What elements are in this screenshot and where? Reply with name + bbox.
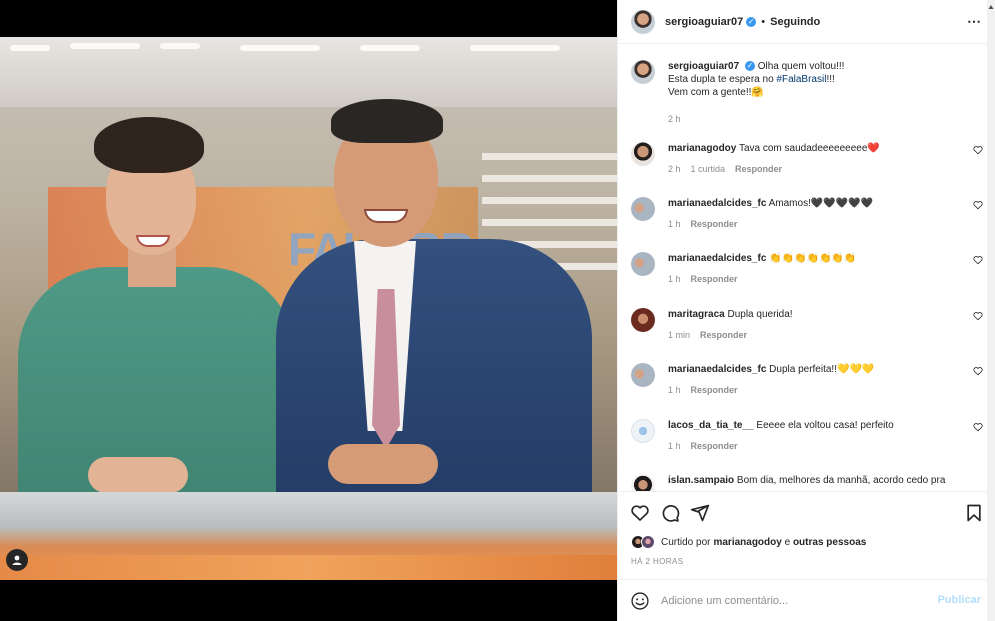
tagged-users-button[interactable] bbox=[6, 549, 28, 571]
hashtag-link[interactable]: #FalaBrasil bbox=[776, 74, 826, 85]
likes-username[interactable]: marianagodoy bbox=[713, 537, 781, 548]
commenter-avatar[interactable] bbox=[631, 474, 655, 491]
comment-like-heart-icon[interactable] bbox=[973, 311, 983, 321]
caption-username[interactable]: sergioaguiar07 bbox=[668, 61, 739, 72]
likes-middle: e bbox=[781, 536, 793, 548]
instagram-post-modal: FALA BR bbox=[0, 0, 995, 621]
smiley-icon[interactable] bbox=[630, 591, 650, 611]
hair bbox=[331, 99, 443, 143]
author-username[interactable]: sergioaguiar07 bbox=[665, 16, 743, 28]
bookmark-icon[interactable] bbox=[964, 503, 984, 523]
commenter-avatar[interactable] bbox=[631, 419, 655, 443]
comment-time: 2 h bbox=[668, 164, 681, 174]
ceiling-light bbox=[470, 45, 560, 51]
commenter-username[interactable]: islan.sampaio bbox=[668, 475, 734, 486]
comment-time: 1 h bbox=[668, 441, 681, 451]
scrollbar[interactable] bbox=[987, 0, 995, 621]
heart-icon[interactable] bbox=[630, 503, 650, 523]
comment-time: 1 min bbox=[668, 330, 691, 340]
caption-line-3: Vem com a gente!!🤗 bbox=[668, 87, 764, 98]
post-header: sergioaguiar07 ✓ • Seguindo ⋯ bbox=[618, 0, 995, 44]
add-comment-bar: Publicar bbox=[618, 579, 995, 621]
liker-avatar bbox=[641, 535, 655, 549]
reply-button[interactable]: Responder bbox=[700, 330, 747, 340]
post-media: FALA BR bbox=[0, 0, 617, 621]
likes-summary: Curtido por marianagodoy e outras pessoa… bbox=[631, 535, 866, 549]
comments-list[interactable]: sergioaguiar07 ✓ Olha quem voltou!!! Est… bbox=[618, 45, 995, 491]
caption-line-2: Esta dupla te espera no bbox=[668, 74, 777, 85]
post-side-panel: sergioaguiar07 ✓ • Seguindo ⋯ sergioagui… bbox=[617, 0, 995, 621]
caption-line-1: Olha quem voltou!!! bbox=[757, 61, 845, 72]
comment-input[interactable] bbox=[661, 592, 921, 610]
hands bbox=[88, 457, 188, 493]
ceiling-light bbox=[70, 43, 140, 49]
comment-text: Bom dia, melhores da manhã, acordo cedo … bbox=[736, 475, 946, 486]
reply-button[interactable]: Responder bbox=[735, 164, 782, 174]
comment-likes[interactable]: 1 curtida bbox=[691, 164, 726, 174]
comment-time: 1 h bbox=[668, 274, 681, 284]
commenter-avatar[interactable] bbox=[631, 308, 655, 332]
author-avatar[interactable] bbox=[631, 60, 655, 84]
verified-badge-icon: ✓ bbox=[746, 16, 757, 27]
comment-like-heart-icon[interactable] bbox=[973, 422, 983, 432]
hands bbox=[328, 444, 438, 484]
post-photo[interactable]: FALA BR bbox=[0, 37, 617, 580]
comment-text: 👏👏👏👏👏👏👏 bbox=[769, 253, 857, 264]
post-timestamp[interactable]: HÁ 2 HORAS bbox=[631, 557, 683, 566]
comment-like-heart-icon[interactable] bbox=[973, 145, 983, 155]
likes-others[interactable]: outras pessoas bbox=[793, 537, 866, 548]
comment-like-heart-icon[interactable] bbox=[973, 366, 983, 376]
comment-time: 1 h bbox=[668, 385, 681, 395]
commenter-avatar[interactable] bbox=[631, 252, 655, 276]
desk-front bbox=[0, 555, 617, 580]
comment-like-heart-icon[interactable] bbox=[973, 255, 983, 265]
ceiling-light bbox=[160, 43, 200, 49]
commenter-username[interactable]: marianaedalcides_fc bbox=[668, 364, 766, 375]
publish-button[interactable]: Publicar bbox=[938, 594, 981, 606]
commenter-avatar[interactable] bbox=[631, 142, 655, 166]
following-status[interactable]: Seguindo bbox=[770, 16, 820, 28]
comment-bubble-icon[interactable] bbox=[660, 503, 680, 523]
hair bbox=[94, 117, 204, 173]
reply-button[interactable]: Responder bbox=[691, 219, 738, 229]
scroll-up-arrow-icon[interactable] bbox=[988, 2, 994, 16]
comment-text: Amamos!🖤🖤🖤🖤🖤 bbox=[768, 198, 874, 209]
comment-like-heart-icon[interactable] bbox=[973, 200, 983, 210]
comment-text: Dupla querida! bbox=[727, 309, 793, 320]
commenter-username[interactable]: marianaedalcides_fc bbox=[668, 253, 766, 264]
more-options-icon[interactable]: ⋯ bbox=[967, 13, 982, 30]
commenter-username[interactable]: marianagodoy bbox=[668, 143, 736, 154]
reply-button[interactable]: Responder bbox=[691, 385, 738, 395]
ceiling-light bbox=[10, 45, 50, 51]
reply-button[interactable]: Responder bbox=[691, 274, 738, 284]
post-actions-bar bbox=[618, 491, 995, 531]
comment-text: Tava com saudadeeeeeeeee❤️ bbox=[738, 143, 880, 154]
presenter-man bbox=[276, 99, 592, 509]
author-avatar[interactable] bbox=[631, 9, 655, 34]
commenter-username[interactable]: lacos_da_tia_te__ bbox=[668, 420, 754, 431]
reply-button[interactable]: Responder bbox=[691, 441, 738, 451]
presenter-woman bbox=[18, 117, 296, 517]
commenter-username[interactable]: marianaedalcides_fc bbox=[668, 198, 766, 209]
comment-text: Eeeee ela voltou casa! perfeito bbox=[756, 420, 894, 431]
paper-plane-icon[interactable] bbox=[690, 503, 710, 523]
ceiling-light bbox=[240, 45, 320, 51]
verified-badge-icon: ✓ bbox=[744, 61, 755, 72]
ceiling-light bbox=[360, 45, 420, 51]
header-separator: • bbox=[761, 15, 766, 28]
likes-prefix: Curtido por bbox=[661, 536, 711, 548]
commenter-avatar[interactable] bbox=[631, 363, 655, 387]
commenter-username[interactable]: maritagraca bbox=[668, 309, 725, 320]
commenter-avatar[interactable] bbox=[631, 197, 655, 221]
comment-text: Dupla perfeita!!💛💛💛 bbox=[769, 364, 875, 375]
caption-time: 2 h bbox=[668, 114, 681, 124]
user-tag-icon bbox=[12, 555, 22, 565]
caption-suffix: !!! bbox=[826, 74, 835, 85]
comment-time: 1 h bbox=[668, 219, 681, 229]
